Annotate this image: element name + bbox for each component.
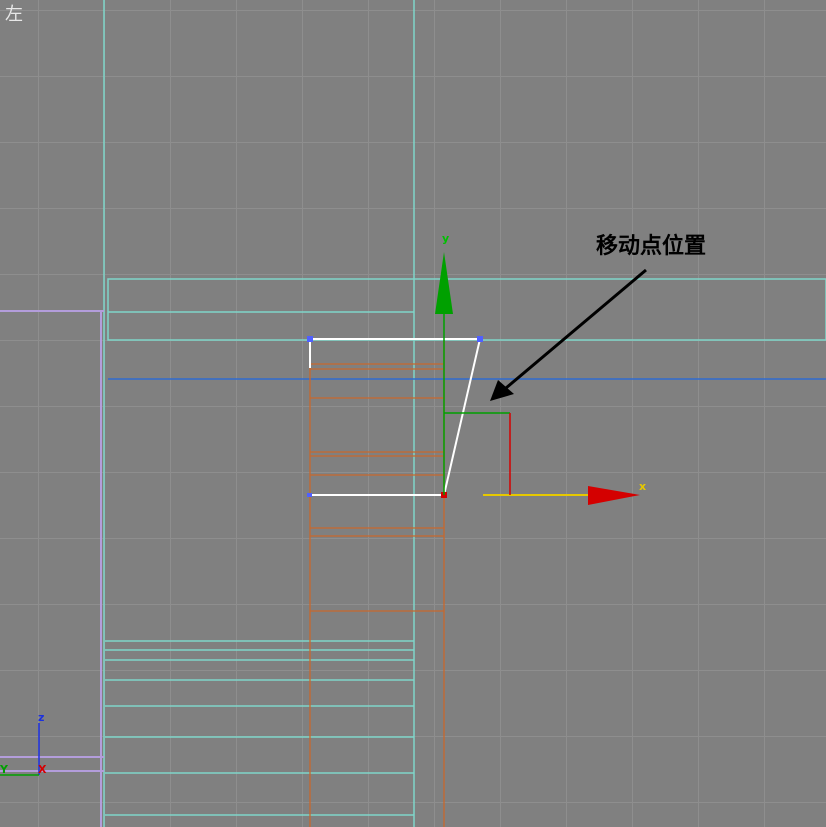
- selected-polygon[interactable]: [309, 338, 481, 496]
- lavender-wireframe: [0, 310, 104, 827]
- scene-canvas[interactable]: y x z Y X: [0, 0, 826, 827]
- gizmo-x-arrow[interactable]: [588, 486, 640, 505]
- orange-wireframe: [309, 340, 445, 827]
- gizmo-x-label: x: [639, 480, 646, 493]
- annotation-label: 移动点位置: [596, 234, 707, 259]
- vertex-handle[interactable]: [307, 493, 312, 497]
- vertex-handle[interactable]: [307, 336, 313, 342]
- tripod-z-label: z: [38, 711, 44, 724]
- annotation-arrow: [490, 268, 647, 401]
- tripod-x-label: X: [38, 763, 47, 776]
- orientation-tripod: z Y X: [0, 711, 47, 776]
- gizmo-y-label: y: [442, 232, 449, 245]
- gizmo-y-arrow[interactable]: [435, 252, 453, 314]
- left-viewport[interactable]: 左 y x z Y X 移动点位置: [0, 0, 826, 827]
- move-gizmo[interactable]: y x: [435, 232, 646, 505]
- tripod-y-label: Y: [0, 763, 9, 776]
- vertex-handle[interactable]: [477, 336, 483, 342]
